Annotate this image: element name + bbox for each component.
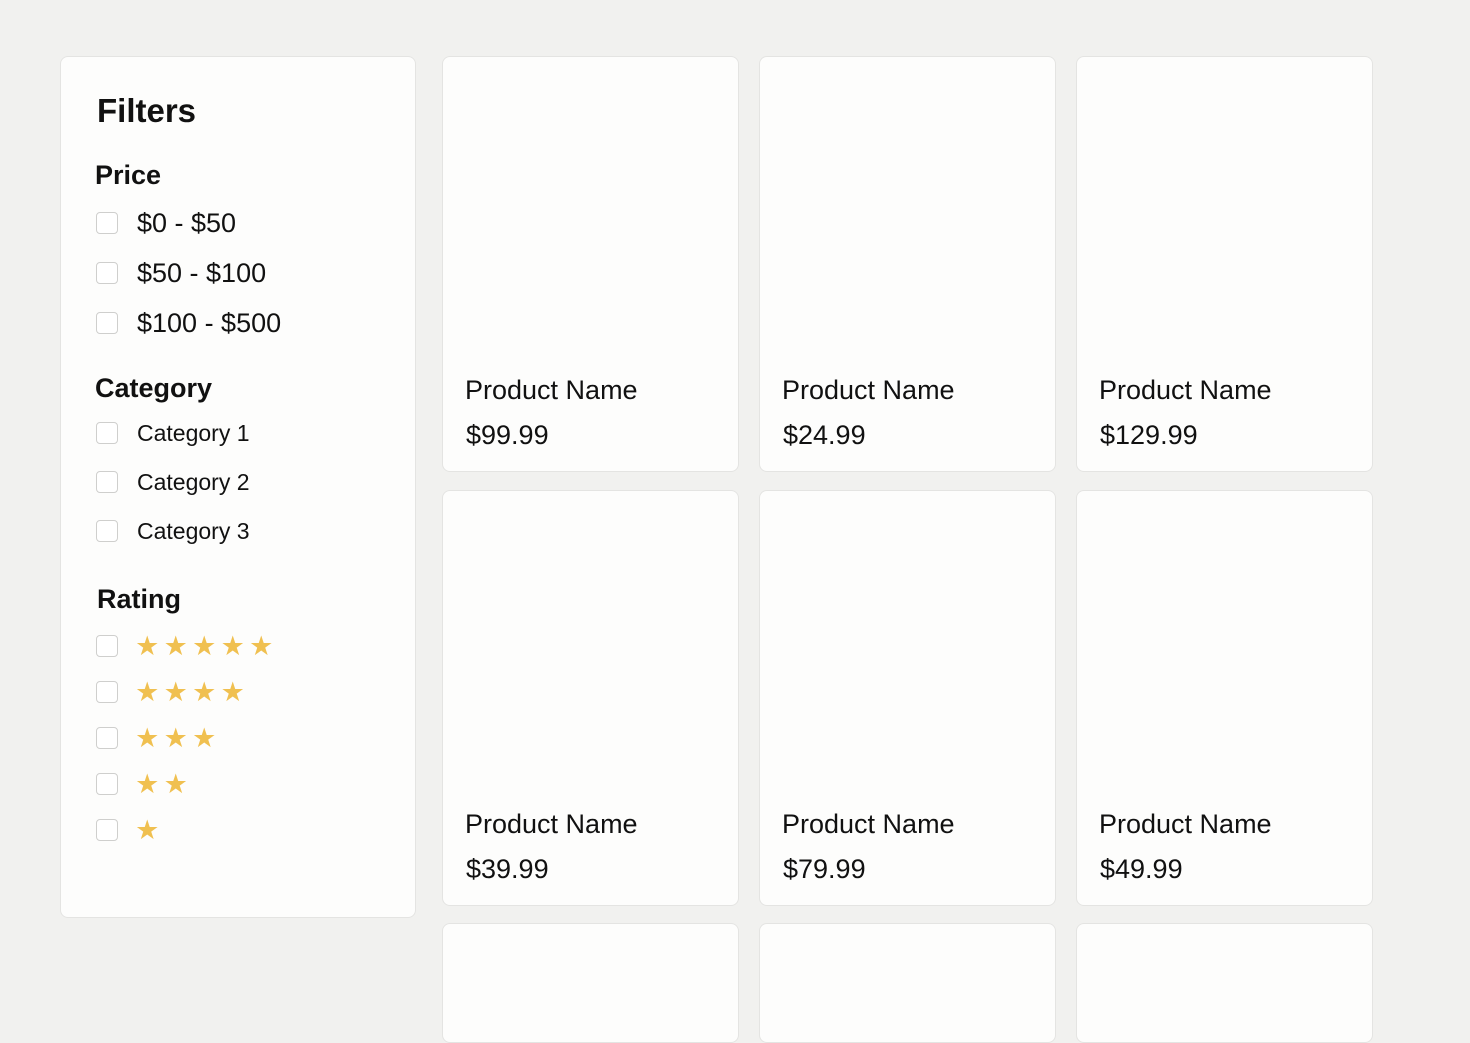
star-icon: ★ [192, 677, 217, 707]
product-card[interactable] [442, 923, 739, 1043]
price-option-label: $100 - $500 [137, 308, 282, 338]
star-icon: ★ [220, 677, 245, 707]
star-icon: ★ [135, 677, 160, 707]
star-rating: ★ ★ ★ ★ [133, 677, 247, 707]
price-checkbox[interactable] [96, 262, 118, 284]
product-price: $39.99 [466, 854, 549, 884]
star-rating: ★ ★ ★ [133, 723, 219, 753]
category-heading: Category [95, 373, 213, 403]
star-icon: ★ [192, 631, 217, 661]
price-option-label: $50 - $100 [137, 258, 267, 288]
rating-checkbox[interactable] [96, 773, 118, 795]
price-option-50-100[interactable]: $50 - $100 [96, 256, 266, 290]
price-checkbox[interactable] [96, 312, 118, 334]
star-rating: ★ [133, 815, 162, 845]
product-card[interactable]: Product Name $49.99 [1076, 490, 1373, 906]
rating-option-3[interactable]: ★ ★ ★ [96, 721, 219, 755]
filters-panel: Filters Price $0 - $50 $50 - $100 $100 -… [60, 56, 416, 918]
category-option-label: Category 2 [137, 469, 250, 495]
rating-checkbox[interactable] [96, 635, 118, 657]
product-card[interactable] [759, 923, 1056, 1043]
product-name: Product Name [782, 375, 955, 405]
star-icon: ★ [220, 631, 245, 661]
product-name: Product Name [1099, 809, 1272, 839]
price-checkbox[interactable] [96, 212, 118, 234]
category-option-1[interactable]: Category 1 [96, 416, 250, 450]
price-option-label: $0 - $50 [137, 208, 237, 238]
price-heading: Price [95, 160, 162, 190]
star-rating: ★ ★ [133, 769, 190, 799]
star-icon: ★ [163, 723, 188, 753]
star-icon: ★ [163, 677, 188, 707]
star-icon: ★ [192, 723, 217, 753]
product-name: Product Name [465, 809, 638, 839]
rating-option-1[interactable]: ★ [96, 813, 162, 847]
product-name: Product Name [465, 375, 638, 405]
star-icon: ★ [135, 815, 160, 845]
product-card[interactable]: Product Name $79.99 [759, 490, 1056, 906]
product-card[interactable]: Product Name $129.99 [1076, 56, 1373, 472]
rating-heading: Rating [97, 584, 181, 614]
price-option-100-500[interactable]: $100 - $500 [96, 306, 281, 340]
rating-checkbox[interactable] [96, 727, 118, 749]
price-option-0-50[interactable]: $0 - $50 [96, 206, 236, 240]
category-checkbox[interactable] [96, 520, 118, 542]
product-name: Product Name [782, 809, 955, 839]
rating-option-4[interactable]: ★ ★ ★ ★ [96, 675, 247, 709]
star-icon: ★ [135, 723, 160, 753]
category-option-label: Category 3 [137, 518, 250, 544]
star-icon: ★ [249, 631, 274, 661]
product-price: $24.99 [783, 420, 866, 450]
category-option-2[interactable]: Category 2 [96, 465, 250, 499]
category-checkbox[interactable] [96, 471, 118, 493]
rating-checkbox[interactable] [96, 819, 118, 841]
product-price: $79.99 [783, 854, 866, 884]
product-name: Product Name [1099, 375, 1272, 405]
rating-option-5[interactable]: ★ ★ ★ ★ ★ [96, 629, 276, 663]
product-card[interactable] [1076, 923, 1373, 1043]
product-price: $129.99 [1100, 420, 1198, 450]
rating-checkbox[interactable] [96, 681, 118, 703]
product-card[interactable]: Product Name $99.99 [442, 56, 739, 472]
star-rating: ★ ★ ★ ★ ★ [133, 631, 276, 661]
category-option-3[interactable]: Category 3 [96, 514, 250, 548]
star-icon: ★ [135, 769, 160, 799]
category-option-label: Category 1 [137, 420, 250, 446]
category-checkbox[interactable] [96, 422, 118, 444]
star-icon: ★ [135, 631, 160, 661]
star-icon: ★ [163, 769, 188, 799]
star-icon: ★ [163, 631, 188, 661]
product-card[interactable]: Product Name $39.99 [442, 490, 739, 906]
product-price: $99.99 [466, 420, 549, 450]
product-price: $49.99 [1100, 854, 1183, 884]
rating-option-2[interactable]: ★ ★ [96, 767, 190, 801]
filters-title: Filters [97, 92, 197, 129]
product-card[interactable]: Product Name $24.99 [759, 56, 1056, 472]
